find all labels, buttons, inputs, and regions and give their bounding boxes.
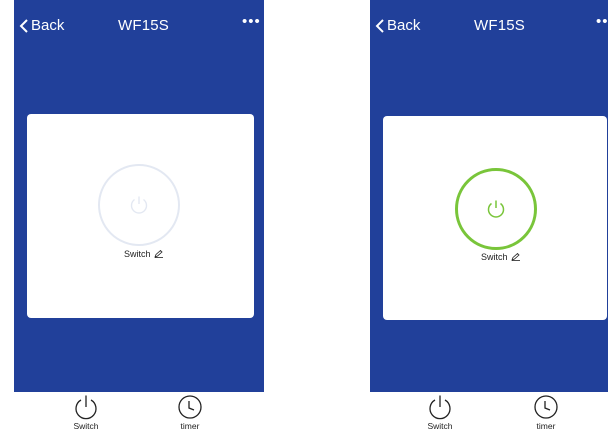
switch-rename-label[interactable]: Switch <box>481 252 521 262</box>
clock-icon <box>178 395 202 419</box>
bottom-tab-bar: Switch timer <box>14 392 264 434</box>
edit-pencil-icon <box>510 253 520 261</box>
back-label: Back <box>387 17 421 34</box>
tab-switch[interactable]: Switch <box>72 394 100 431</box>
back-button[interactable]: Back <box>19 17 64 34</box>
chevron-left-icon <box>19 18 28 33</box>
clock-icon <box>534 395 558 419</box>
power-icon <box>429 395 451 420</box>
edit-pencil-icon <box>153 250 163 258</box>
tab-switch-label: Switch <box>427 421 453 431</box>
phone-screen-off: Back WF15S ••• Switch Switch timer <box>14 0 264 434</box>
tab-timer-label: timer <box>536 421 556 431</box>
switch-rename-label[interactable]: Switch <box>124 249 164 259</box>
tab-switch[interactable]: Switch <box>426 394 454 431</box>
power-toggle-button[interactable] <box>98 164 180 246</box>
device-card: Switch <box>383 116 607 320</box>
tab-timer-label: timer <box>180 421 200 431</box>
tab-switch-label: Switch <box>73 421 99 431</box>
power-icon <box>487 200 505 218</box>
power-icon <box>130 196 148 214</box>
phone-screen-on: Back WF15S •• Switch Switch timer <box>370 0 608 434</box>
chevron-left-icon <box>375 18 384 33</box>
back-button[interactable]: Back <box>375 17 420 34</box>
power-icon <box>75 395 97 420</box>
back-label: Back <box>31 17 65 34</box>
tab-timer[interactable]: timer <box>176 394 204 431</box>
app-background: Back WF15S •• Switch <box>370 0 608 392</box>
device-card: Switch <box>27 114 254 318</box>
more-menu-button[interactable]: •• <box>596 13 608 30</box>
gap <box>264 0 370 434</box>
power-toggle-button[interactable] <box>455 168 537 250</box>
app-background: Back WF15S ••• Switch <box>14 0 264 392</box>
page-title: WF15S <box>118 17 170 34</box>
switch-label-text: Switch <box>124 249 151 259</box>
page-title: WF15S <box>474 17 526 34</box>
more-menu-button[interactable]: ••• <box>242 13 261 30</box>
bottom-tab-bar: Switch timer <box>370 392 608 434</box>
tab-timer[interactable]: timer <box>532 394 560 431</box>
switch-label-text: Switch <box>481 252 508 262</box>
